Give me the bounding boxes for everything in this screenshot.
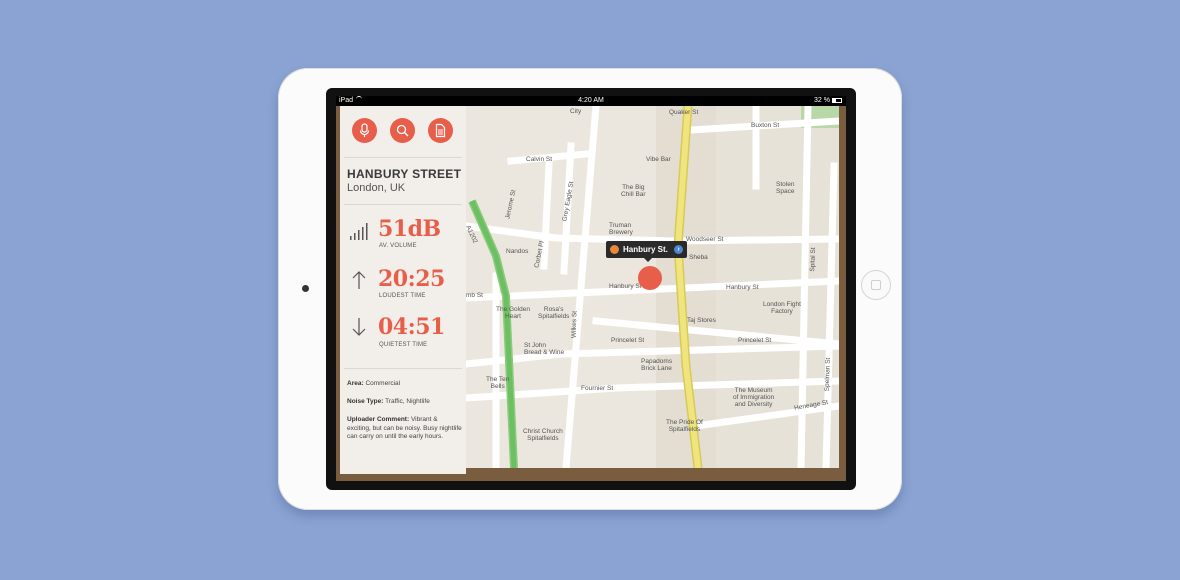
- arrow-up-icon: [352, 271, 366, 289]
- volume-bars-icon: [350, 223, 368, 240]
- street-title: HANBURY STREET: [347, 167, 462, 181]
- search-button[interactable]: [390, 118, 415, 143]
- place-christ-church: Christ Church Spitalfields: [523, 428, 563, 442]
- divider: [344, 368, 462, 369]
- street-label-princelet-left: Princelet St: [611, 337, 645, 344]
- place-rosas-spitalfields: Rosa's Spitalfields: [538, 306, 570, 320]
- location-pin[interactable]: [638, 266, 662, 290]
- area-info: Area: Commercial: [347, 380, 463, 389]
- location-callout[interactable]: Hanbury St. ›: [606, 241, 687, 262]
- place-big-chill-bar: The Big Chill Bar: [621, 184, 646, 198]
- clock: 4:20 AM: [578, 97, 604, 104]
- divider: [344, 204, 462, 205]
- place-st-john: St John Bread & Wine: [524, 342, 565, 356]
- status-bar: iPad 4:20 AM 32 %: [336, 96, 846, 106]
- noise-type-value: Traffic, Nightlife: [385, 398, 430, 405]
- document-button[interactable]: [428, 118, 453, 143]
- place-vibe-bar: Vibe Bar: [646, 156, 671, 163]
- document-icon: [435, 123, 446, 138]
- ipad-frame: iPad 4:20 AM 32 % HANBURY STREET London,…: [278, 68, 902, 510]
- area-value: Commercial: [365, 380, 401, 387]
- screen: iPad 4:20 AM 32 % HANBURY STREET London,…: [336, 96, 846, 481]
- arrow-down-icon: [352, 318, 366, 336]
- search-icon: [396, 124, 409, 137]
- callout-label: Hanbury St.: [623, 245, 668, 254]
- quietest-time-label: QUIETEST TIME: [379, 342, 428, 348]
- average-volume-value: 51dB: [378, 216, 441, 242]
- street-label-woodseer: Woodseer St: [686, 236, 724, 243]
- street-label-wilkes: Wilkes St: [570, 310, 579, 339]
- battery-percent: 32 %: [814, 97, 830, 104]
- street-label-fournier: Fournier St: [581, 385, 614, 392]
- place-stolen-space: Stolen Space: [776, 181, 795, 195]
- street-label-buxton: Buxton St: [751, 122, 780, 129]
- place-papadoms: Papadoms Brick Lane: [641, 358, 673, 372]
- microphone-button[interactable]: [352, 118, 377, 143]
- street-label-hanbury-mid: Hanbury St: [609, 283, 642, 290]
- street-label-quaker: Quaker St: [669, 109, 699, 116]
- place-pride-of-spitalfields: The Pride Of Spitalfields: [666, 419, 703, 433]
- chevron-right-icon[interactable]: ›: [674, 245, 683, 254]
- place-sheba: Sheba: [689, 254, 708, 261]
- person-icon: [610, 245, 619, 254]
- loudest-time-label: LOUDEST TIME: [379, 293, 426, 299]
- city-subtitle: London, UK: [347, 182, 406, 194]
- info-panel: HANBURY STREET London, UK 51dB AV. VOLUM…: [340, 106, 466, 474]
- place-city: City: [570, 108, 582, 115]
- uploader-comment: Uploader Comment: Vibrant & exciting, bu…: [347, 416, 463, 442]
- quietest-time-value: 04:51: [378, 314, 445, 340]
- microphone-icon: [359, 123, 370, 137]
- street-label-princelet-right: Princelet St: [738, 337, 772, 344]
- divider: [344, 157, 462, 158]
- place-london-fight-factory: London Fight Factory: [763, 301, 801, 315]
- screen-bezel: iPad 4:20 AM 32 % HANBURY STREET London,…: [326, 88, 856, 490]
- place-ten-bells: The Ten Bells: [486, 376, 510, 390]
- loudest-time-value: 20:25: [378, 266, 445, 292]
- area-label: Area:: [347, 380, 364, 387]
- noise-type-label: Noise Type:: [347, 398, 384, 405]
- place-taj-stores: Taj Stores: [687, 317, 716, 324]
- place-golden-heart: The Golden Heart: [496, 306, 530, 320]
- comment-label: Uploader Comment:: [347, 416, 410, 423]
- place-truman-brewery: Truman Brewery: [609, 222, 633, 236]
- map-view[interactable]: Quaker St City Buxton St Calvin St Vibe …: [466, 106, 839, 468]
- place-nandos: Nandos: [506, 248, 529, 255]
- street-label-hanbury-left: mb St: [466, 292, 483, 299]
- battery-icon: [832, 98, 842, 103]
- street-label-spital: Spital St: [809, 247, 818, 272]
- home-button[interactable]: [861, 270, 891, 300]
- street-label-hanbury-right: Hanbury St: [726, 284, 759, 291]
- average-volume-label: AV. VOLUME: [379, 243, 417, 249]
- street-label-calvin: Calvin St: [526, 156, 553, 163]
- camera: [302, 285, 309, 292]
- place-museum-of-immigration: The Museum of Immigration and Diversity: [733, 387, 775, 408]
- street-label-spelman: Spelman St: [823, 357, 832, 392]
- noise-type-info: Noise Type: Traffic, Nightlife: [347, 398, 463, 407]
